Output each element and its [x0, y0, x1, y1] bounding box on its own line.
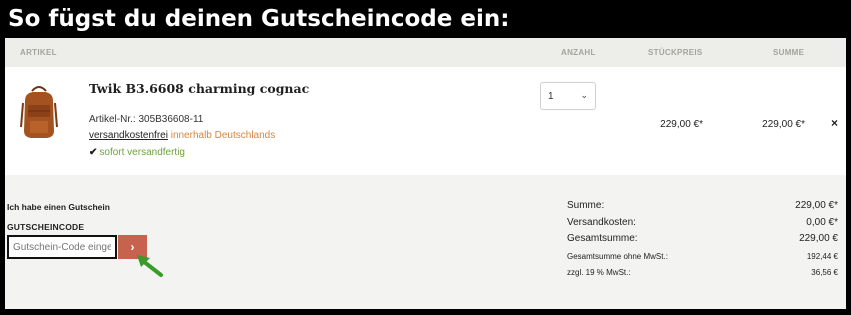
column-header-summe: Summe: [773, 48, 805, 57]
totals-value: 229,00 €: [799, 233, 838, 244]
unit-price: 229,00 €*: [660, 119, 703, 130]
column-header-anzahl: Anzahl: [561, 48, 596, 57]
totals-row-shipping: Versandkosten: 0,00 €*: [565, 217, 846, 234]
column-header-stueckpreis: Stückpreis: [648, 48, 703, 57]
totals-value: 229,00 €*: [795, 200, 838, 211]
totals-row-sum: Summe: 229,00 €*: [565, 200, 846, 217]
column-header-artikel: Artikel: [20, 48, 57, 57]
voucher-heading: Gutscheincode: [7, 222, 85, 232]
annotation-arrow-icon: [137, 255, 163, 277]
shipping-free-link[interactable]: versandkostenfrei: [89, 130, 168, 141]
row-total: 229,00 €*: [762, 119, 805, 130]
cart-footer: Ich habe einen Gutschein Gutscheincode ›…: [5, 175, 846, 309]
chevron-down-icon: ⌄: [580, 90, 588, 100]
totals-label: Gesamtsumme:: [567, 233, 638, 244]
voucher-code-input[interactable]: [7, 235, 117, 259]
shipping-info: versandkostenfrei innerhalb Deutschlands: [89, 130, 275, 141]
screenshot-frame: So fügst du deinen Gutscheincode ein: Ar…: [0, 0, 851, 315]
stock-status-text: sofort versandfertig: [99, 147, 185, 158]
cart-item-row: Twik B3.6608 charming cognac Artikel-Nr.…: [5, 67, 846, 175]
totals-label: Summe:: [567, 200, 605, 211]
product-image[interactable]: [19, 83, 59, 139]
product-article-number: Artikel-Nr.: 305B36608-11: [89, 114, 204, 125]
quantity-value: 1: [548, 91, 554, 102]
shipping-region: innerhalb Deutschlands: [167, 130, 276, 141]
order-totals: Summe: 229,00 €* Versandkosten: 0,00 €* …: [565, 200, 846, 282]
table-header: Artikel Anzahl Stückpreis Summe: [5, 38, 846, 67]
totals-value: 36,56 €: [811, 267, 838, 277]
page-title: So fügst du deinen Gutscheincode ein:: [8, 6, 510, 32]
stock-status: ✔ sofort versandfertig: [89, 147, 185, 158]
check-icon: ✔: [89, 147, 98, 158]
totals-value: 192,44 €: [806, 251, 838, 261]
remove-item-button[interactable]: ×: [831, 116, 838, 130]
totals-value: 0,00 €*: [806, 216, 838, 228]
totals-row-grand-total: Gesamtsumme: 229,00 €: [565, 233, 846, 250]
totals-label: Gesamtsumme ohne MwSt.:: [567, 251, 668, 261]
product-name[interactable]: Twik B3.6608 charming cognac: [89, 81, 309, 96]
quantity-select[interactable]: 1 ⌄: [540, 82, 596, 110]
totals-row-vat: zzgl. 19 % MwSt.: 36,56 €: [565, 266, 846, 282]
totals-label: zzgl. 19 % MwSt.:: [567, 267, 631, 277]
totals-row-net: Gesamtsumme ohne MwSt.: 192,44 €: [565, 250, 846, 266]
cart-panel: Artikel Anzahl Stückpreis Summe Twik B3.…: [5, 38, 846, 309]
totals-label: Versandkosten:: [567, 216, 636, 228]
voucher-toggle-label[interactable]: Ich habe einen Gutschein: [7, 202, 110, 212]
